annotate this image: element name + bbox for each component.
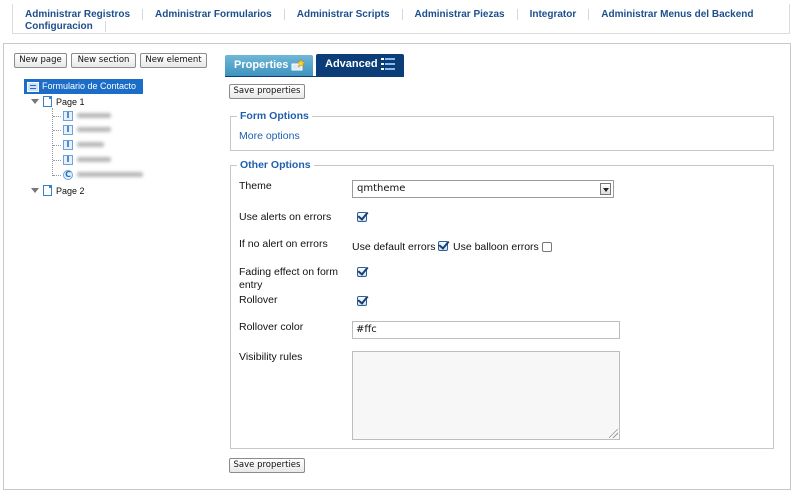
- tree-page-1[interactable]: Page 1: [31, 96, 85, 107]
- tree-connector: [53, 160, 61, 161]
- collapse-triangle-icon[interactable]: [31, 188, 39, 193]
- textarea-field-icon: I: [63, 155, 73, 165]
- tab-advanced[interactable]: Advanced: [316, 54, 404, 76]
- resize-grip-icon[interactable]: [609, 429, 618, 438]
- visibility-rules-label: Visibility rules: [239, 351, 303, 363]
- nav-link-configuracion[interactable]: Configuracion: [13, 21, 106, 32]
- nav-link-administrar-registros[interactable]: Administrar Registros: [13, 9, 144, 20]
- rollover-label: Rollover: [239, 294, 278, 306]
- text-field-icon: I: [63, 125, 73, 135]
- form-icon: [27, 81, 39, 92]
- blurred-element-label[interactable]: [77, 157, 111, 162]
- use-default-errors-checkbox[interactable]: [438, 241, 448, 251]
- new-element-button[interactable]: New element: [140, 53, 207, 68]
- tree-connector: [53, 145, 61, 146]
- collapse-triangle-icon[interactable]: [31, 99, 39, 104]
- nav-link-administrar-piezas[interactable]: Administrar Piezas: [403, 9, 518, 20]
- tab-properties[interactable]: Properties: [225, 55, 313, 76]
- nav-row-1: Administrar Registros Administrar Formul…: [13, 9, 766, 20]
- no-alert-label: If no alert on errors: [239, 238, 328, 250]
- use-balloon-errors-label: Use balloon errors: [453, 241, 539, 253]
- tree-page-2[interactable]: Page 2: [31, 185, 85, 196]
- text-field-icon: I: [63, 111, 73, 121]
- fading-effect-checkbox[interactable]: [357, 267, 367, 277]
- form-options-legend: Form Options: [237, 110, 312, 123]
- theme-select-value: qmtheme: [357, 183, 406, 194]
- nav-link-administrar-menus[interactable]: Administrar Menus del Backend: [589, 9, 765, 20]
- advanced-list-icon: [381, 58, 395, 70]
- rollover-color-label: Rollover color: [239, 321, 304, 333]
- blurred-element-label[interactable]: [77, 113, 111, 118]
- rollover-color-input[interactable]: #ffc: [352, 321, 620, 339]
- captcha-icon: C: [63, 170, 73, 180]
- blurred-element-label[interactable]: [77, 127, 111, 132]
- text-field-icon: I: [63, 140, 73, 150]
- tree-connector: [53, 130, 61, 131]
- visibility-rules-textarea[interactable]: [352, 351, 620, 440]
- tab-properties-label: Properties: [234, 59, 289, 71]
- blurred-element-label[interactable]: [77, 142, 104, 147]
- tree-root-label: Formulario de Contacto: [42, 81, 137, 91]
- tree-connector: [52, 108, 53, 176]
- form-options-fieldset: Form Options: [230, 110, 774, 151]
- page-icon: [43, 96, 52, 107]
- nav-row-2: Configuracion: [13, 21, 106, 32]
- fading-effect-label: Fading effect on form entry: [239, 266, 339, 291]
- theme-select[interactable]: qmtheme: [352, 180, 614, 198]
- nav-link-integrator[interactable]: Integrator: [518, 9, 590, 20]
- page-2-label: Page 2: [56, 185, 85, 196]
- more-options-link[interactable]: More options: [239, 130, 300, 142]
- tree-connector: [53, 175, 61, 176]
- use-default-errors-label: Use default errors: [352, 241, 436, 253]
- use-alerts-checkbox[interactable]: [357, 212, 367, 222]
- new-page-button[interactable]: New page: [14, 53, 67, 68]
- new-section-button[interactable]: New section: [71, 53, 136, 68]
- save-properties-button-top[interactable]: Save properties: [229, 84, 305, 99]
- page-1-label: Page 1: [56, 96, 85, 107]
- blurred-element-label[interactable]: [77, 172, 143, 177]
- theme-label: Theme: [239, 180, 272, 192]
- tree-connector: [53, 116, 61, 117]
- nav-link-administrar-formularios[interactable]: Administrar Formularios: [143, 9, 285, 20]
- nav-link-administrar-scripts[interactable]: Administrar Scripts: [285, 9, 403, 20]
- tab-underline: [225, 76, 404, 77]
- page-icon: [43, 185, 52, 196]
- use-alerts-label: Use alerts on errors: [239, 211, 332, 223]
- other-options-legend: Other Options: [237, 159, 314, 172]
- rollover-checkbox[interactable]: [357, 296, 367, 306]
- tree-root-form[interactable]: Formulario de Contacto: [24, 79, 143, 94]
- tab-advanced-label: Advanced: [325, 58, 378, 70]
- save-properties-button-bottom[interactable]: Save properties: [229, 458, 305, 473]
- top-navigation: Administrar Registros Administrar Formul…: [12, 4, 790, 34]
- use-balloon-errors-checkbox[interactable]: [542, 242, 552, 252]
- dropdown-arrow-icon[interactable]: [600, 183, 611, 195]
- properties-star-icon: [291, 59, 305, 71]
